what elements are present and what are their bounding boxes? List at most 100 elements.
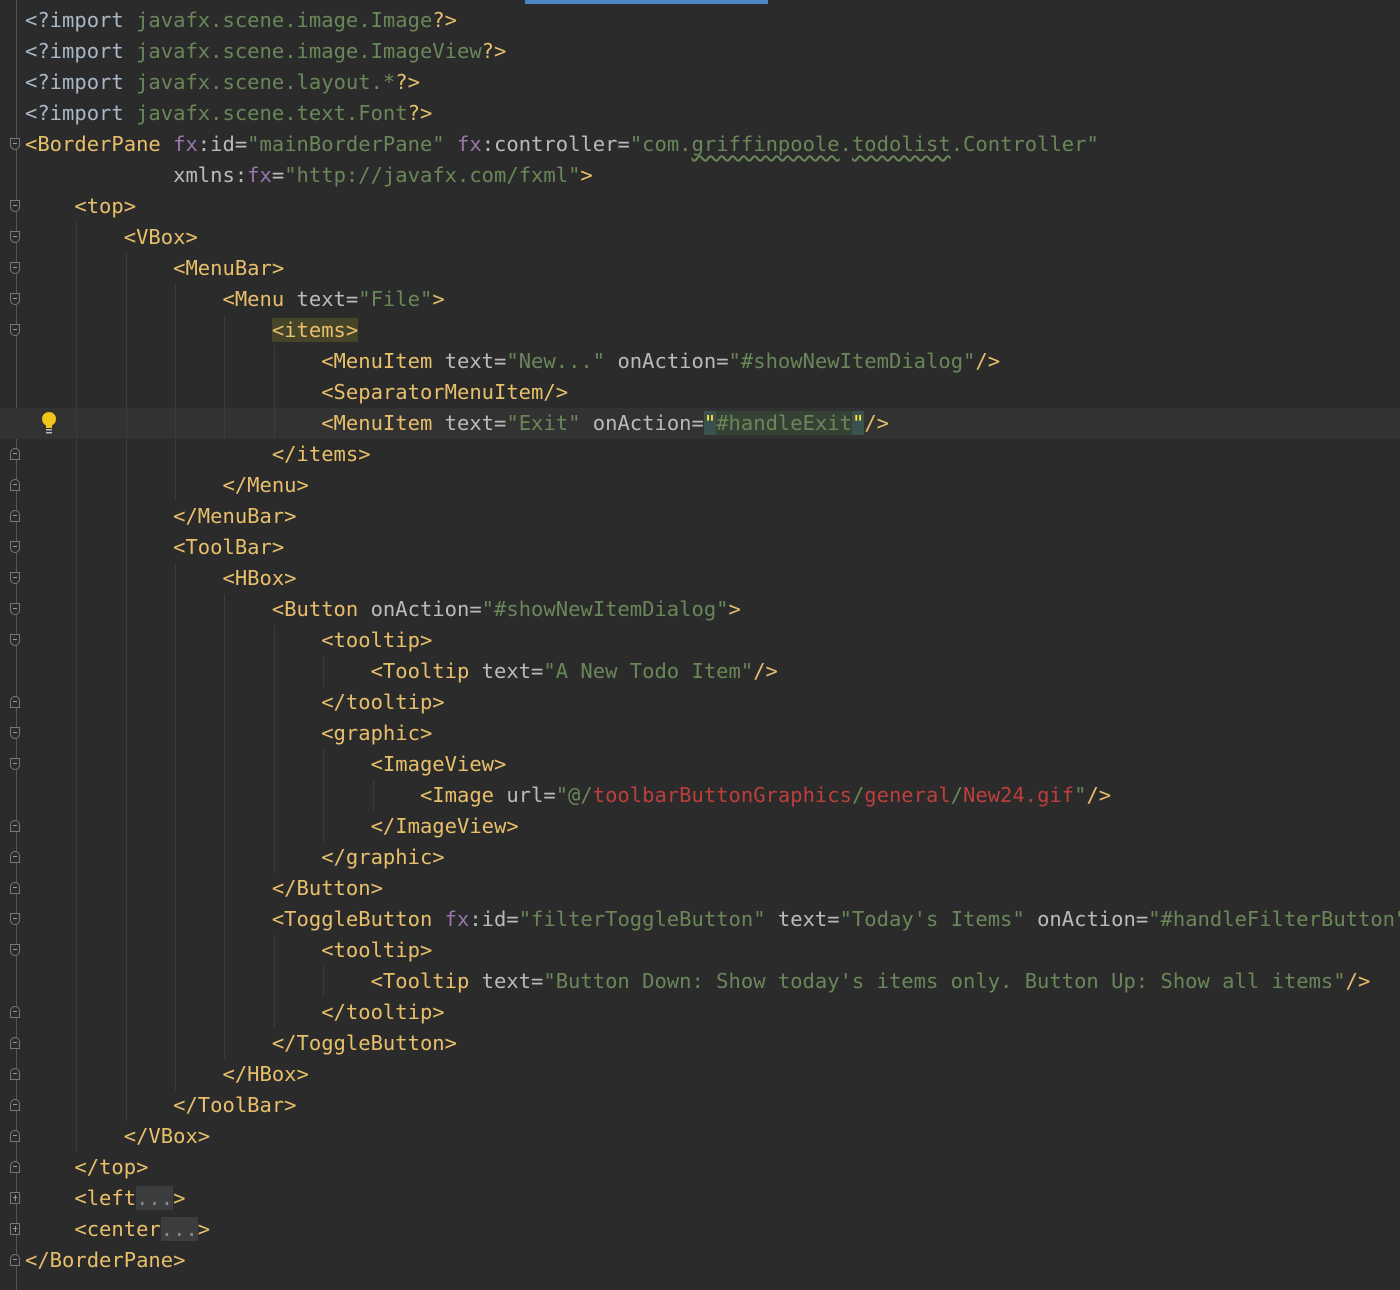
- fold-collapse-icon[interactable]: [10, 820, 20, 832]
- code-token: <Tooltip: [25, 969, 482, 993]
- code-token: url=: [506, 783, 556, 807]
- code-line[interactable]: <?import javafx.scene.text.Font?>: [0, 98, 1400, 129]
- code-token: "filterToggleButton": [518, 907, 778, 931]
- code-token: <VBox>: [25, 225, 198, 249]
- fold-collapse-icon[interactable]: [10, 293, 20, 305]
- code-line[interactable]: <Button onAction="#showNewItemDialog">: [0, 594, 1400, 625]
- fold-collapse-icon[interactable]: [10, 944, 20, 956]
- code-text: <Image url="@/toolbarButtonGraphics/gene…: [25, 780, 1111, 811]
- fold-collapse-icon[interactable]: [10, 1254, 20, 1266]
- code-line[interactable]: <items>: [0, 315, 1400, 346]
- code-line[interactable]: <top>: [0, 191, 1400, 222]
- code-line[interactable]: </ToggleButton>: [0, 1028, 1400, 1059]
- code-line[interactable]: <left...>: [0, 1183, 1400, 1214]
- code-token: />: [1086, 783, 1112, 807]
- fold-collapse-icon[interactable]: [10, 448, 20, 460]
- fold-collapse-icon[interactable]: [10, 1006, 20, 1018]
- code-line[interactable]: <MenuBar>: [0, 253, 1400, 284]
- code-text: </top>: [25, 1152, 148, 1183]
- code-line[interactable]: </HBox>: [0, 1059, 1400, 1090]
- code-line[interactable]: <MenuItem text="Exit" onAction="#handleE…: [0, 408, 1400, 439]
- fold-collapse-icon[interactable]: [10, 1037, 20, 1049]
- code-line[interactable]: </Menu>: [0, 470, 1400, 501]
- code-token: </HBox>: [25, 1062, 309, 1086]
- fold-collapse-icon[interactable]: [10, 882, 20, 894]
- code-line[interactable]: </Button>: [0, 873, 1400, 904]
- code-line[interactable]: xmlns:fx="http://javafx.com/fxml">: [0, 160, 1400, 191]
- code-token: javafx.scene.layout.*: [136, 70, 396, 94]
- code-text: <MenuItem text="New..." onAction="#showN…: [25, 346, 1000, 377]
- indent-guide: [372, 780, 374, 811]
- code-line[interactable]: </tooltip>: [0, 687, 1400, 718]
- fold-collapse-icon[interactable]: [10, 851, 20, 863]
- code-line[interactable]: <SeparatorMenuItem/>: [0, 377, 1400, 408]
- code-line[interactable]: <tooltip>: [0, 625, 1400, 656]
- code-line[interactable]: <MenuItem text="New..." onAction="#showN…: [0, 346, 1400, 377]
- code-line[interactable]: <?import javafx.scene.layout.*?>: [0, 67, 1400, 98]
- fold-collapse-icon[interactable]: [10, 1130, 20, 1142]
- code-line[interactable]: <graphic>: [0, 718, 1400, 749]
- fold-collapse-icon[interactable]: [10, 138, 20, 150]
- code-token: <top>: [25, 194, 137, 218]
- code-line[interactable]: </ToolBar>: [0, 1090, 1400, 1121]
- code-line[interactable]: <?import javafx.scene.image.Image?>: [0, 5, 1400, 36]
- fold-collapse-icon[interactable]: [10, 572, 20, 584]
- fold-collapse-icon[interactable]: [10, 603, 20, 615]
- fold-collapse-icon[interactable]: [10, 758, 20, 770]
- code-line[interactable]: </BorderPane>: [0, 1245, 1400, 1276]
- indent-guide: [76, 222, 78, 1152]
- code-text: <ToolBar>: [25, 532, 284, 563]
- code-line[interactable]: </top>: [0, 1152, 1400, 1183]
- code-token: "com.: [629, 132, 692, 156]
- code-text: </Menu>: [25, 470, 308, 501]
- fold-collapse-icon[interactable]: [10, 1099, 20, 1111]
- fold-collapse-icon[interactable]: [10, 1068, 20, 1080]
- fold-collapse-icon[interactable]: [10, 727, 20, 739]
- code-line[interactable]: <center...>: [0, 1214, 1400, 1245]
- code-token: </ToolBar>: [25, 1093, 297, 1117]
- code-token: fx: [173, 132, 198, 156]
- fold-collapse-icon[interactable]: [10, 324, 20, 336]
- code-token: :id=: [197, 132, 248, 156]
- code-line[interactable]: </items>: [0, 439, 1400, 470]
- code-text: </VBox>: [25, 1121, 210, 1152]
- code-line[interactable]: <Tooltip text="Button Down: Show today's…: [0, 966, 1400, 997]
- fold-collapse-icon[interactable]: [10, 510, 20, 522]
- fold-collapse-icon[interactable]: [10, 479, 20, 491]
- code-token: .: [839, 132, 852, 156]
- code-line[interactable]: <Image url="@/toolbarButtonGraphics/gene…: [0, 780, 1400, 811]
- indent-guide: [175, 284, 177, 501]
- code-line[interactable]: <ImageView>: [0, 749, 1400, 780]
- fold-collapse-icon[interactable]: [10, 634, 20, 646]
- fold-collapse-icon[interactable]: [10, 1161, 20, 1173]
- code-editor[interactable]: <?import javafx.scene.image.Image?> <?imp…: [0, 0, 1400, 1290]
- code-line[interactable]: </MenuBar>: [0, 501, 1400, 532]
- code-text: <SeparatorMenuItem/>: [25, 377, 568, 408]
- fold-collapse-icon[interactable]: [10, 262, 20, 274]
- code-line[interactable]: <VBox>: [0, 222, 1400, 253]
- code-text: </HBox>: [25, 1059, 309, 1090]
- code-line[interactable]: <Menu text="File">: [0, 284, 1400, 315]
- code-line[interactable]: </tooltip>: [0, 997, 1400, 1028]
- code-line[interactable]: <?import javafx.scene.image.ImageView?>: [0, 36, 1400, 67]
- fold-collapse-icon[interactable]: [10, 696, 20, 708]
- code-text: <HBox>: [25, 563, 296, 594]
- fold-collapse-icon[interactable]: [10, 231, 20, 243]
- code-line[interactable]: </ImageView>: [0, 811, 1400, 842]
- fold-expand-icon[interactable]: [10, 1192, 20, 1204]
- code-line[interactable]: <tooltip>: [0, 935, 1400, 966]
- code-line[interactable]: <HBox>: [0, 563, 1400, 594]
- code-line[interactable]: </VBox>: [0, 1121, 1400, 1152]
- code-line[interactable]: <ToolBar>: [0, 532, 1400, 563]
- fold-expand-icon[interactable]: [10, 1223, 20, 1235]
- fold-collapse-icon[interactable]: [10, 541, 20, 553]
- code-line[interactable]: <Tooltip text="A New Todo Item"/>: [0, 656, 1400, 687]
- fold-collapse-icon[interactable]: [10, 200, 20, 212]
- code-line[interactable]: <BorderPane fx:id="mainBorderPane" fx:co…: [0, 129, 1400, 160]
- fold-collapse-icon[interactable]: [10, 913, 20, 925]
- code-line[interactable]: </graphic>: [0, 842, 1400, 873]
- code-token: </ImageView>: [25, 814, 519, 838]
- code-area[interactable]: <?import javafx.scene.image.Image?> <?imp…: [0, 5, 1400, 1276]
- code-token: </VBox>: [25, 1124, 211, 1148]
- code-line[interactable]: <ToggleButton fx:id="filterToggleButton"…: [0, 904, 1400, 935]
